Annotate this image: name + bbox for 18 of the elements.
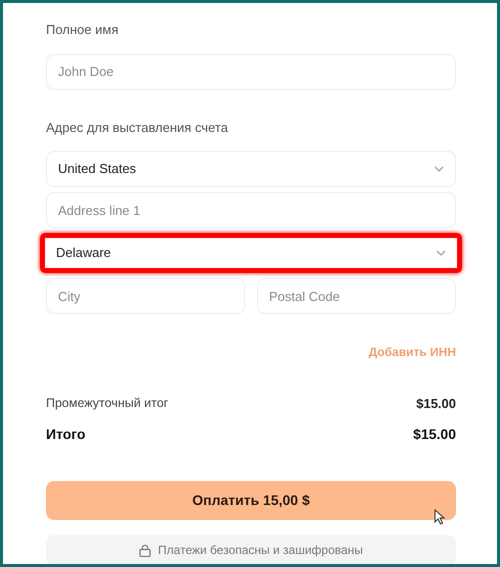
- chevron-down-icon: [434, 166, 444, 172]
- secure-payment-note: Платежи безопасны и зашифрованы: [158, 542, 363, 559]
- total-label: Итого: [46, 424, 86, 444]
- input-field[interactable]: John Doe: [46, 54, 456, 90]
- pay-button[interactable]: Оплатить 15,00 $: [46, 480, 456, 520]
- input-field[interactable]: Address line 1: [46, 192, 456, 228]
- mouse-cursor-icon: [434, 509, 445, 525]
- select-field[interactable]: United States: [46, 151, 456, 187]
- input-field[interactable]: Postal Code: [257, 278, 456, 314]
- subtotal-amount: $15.00: [416, 395, 456, 413]
- total-amount: $15.00: [413, 424, 456, 444]
- lock-icon: [139, 544, 152, 556]
- select-field[interactable]: Delaware: [45, 238, 457, 268]
- chevron-down-icon: [436, 250, 446, 256]
- input-field[interactable]: City: [46, 278, 245, 314]
- field-label: Полное имя: [46, 21, 120, 39]
- section-label: Адрес для выставления счета: [46, 118, 229, 137]
- subtotal-label: Промежуточный итог: [46, 395, 168, 412]
